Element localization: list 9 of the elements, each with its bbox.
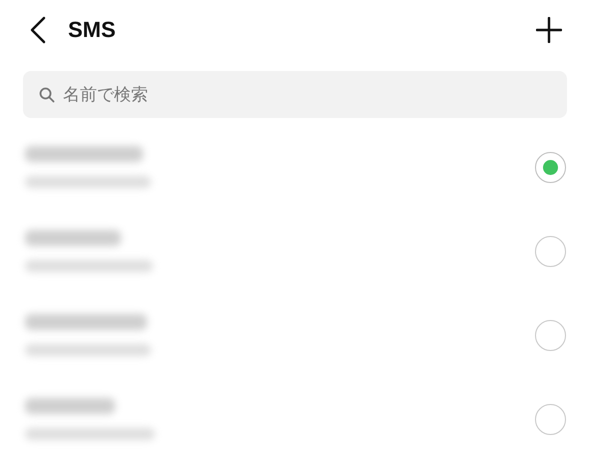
radio-button[interactable]: [535, 152, 566, 182]
add-icon[interactable]: [536, 17, 562, 43]
radio-button[interactable]: [535, 404, 566, 434]
back-icon[interactable]: [30, 16, 46, 44]
search-field[interactable]: 名前で検索: [23, 71, 567, 118]
page-title: SMS: [68, 17, 116, 43]
radio-button[interactable]: [535, 236, 566, 266]
search-icon: [39, 87, 55, 103]
radio-button[interactable]: [535, 320, 566, 350]
